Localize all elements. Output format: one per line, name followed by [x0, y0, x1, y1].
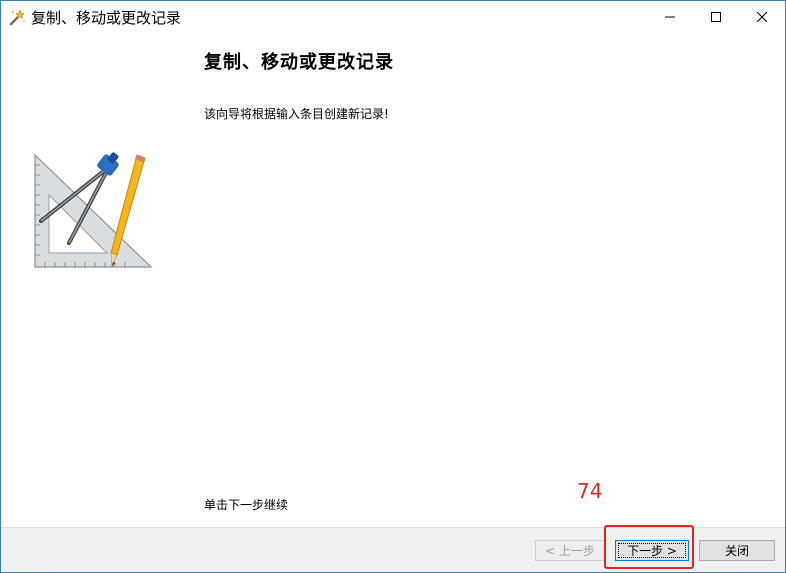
close-window-button[interactable] — [739, 1, 785, 32]
maximize-button[interactable] — [693, 1, 739, 32]
continue-hint: 单击下一步继续 — [204, 498, 289, 512]
annotation-highlight-box — [604, 525, 694, 569]
title-bar[interactable]: 复制、移动或更改记录 — [1, 1, 785, 32]
back-button[interactable]: < 上一步 — [535, 540, 605, 561]
annotation-number: 74 — [577, 479, 603, 503]
page-heading: 复制、移动或更改记录 — [204, 52, 394, 73]
close-icon — [757, 11, 767, 22]
maximize-icon — [711, 11, 721, 22]
drafting-tools-icon — [34, 152, 153, 268]
minimize-button[interactable] — [647, 1, 693, 32]
wand-icon — [9, 9, 25, 26]
minimize-icon — [665, 16, 675, 17]
wizard-window: 复制、移动或更改记录 复制、移动或更改记录 该向导将根据输入条目创建新记录! 单… — [0, 0, 786, 573]
window-title: 复制、移动或更改记录 — [31, 9, 182, 27]
intro-text: 该向导将根据输入条目创建新记录! — [204, 107, 389, 121]
close-button[interactable]: 关闭 — [699, 540, 775, 561]
